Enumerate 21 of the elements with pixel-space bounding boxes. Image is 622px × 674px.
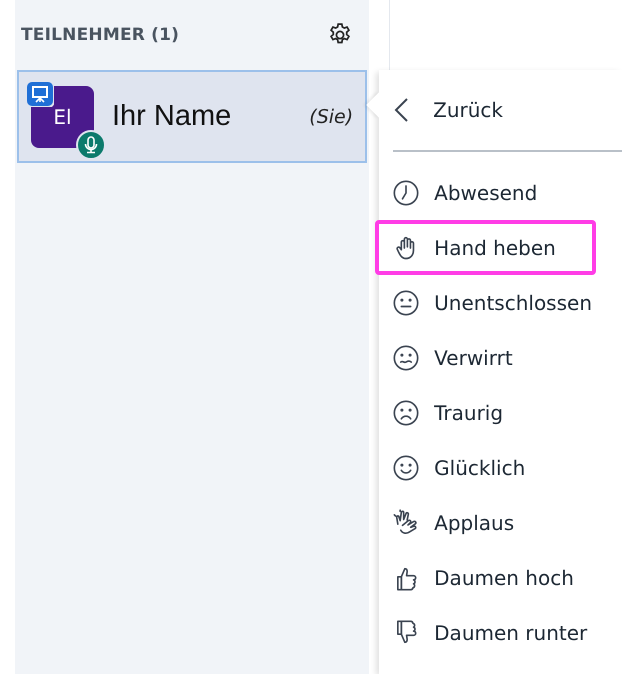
status-menu-item[interactable]: Daumen runter — [375, 605, 596, 660]
self-label: (Sie) — [309, 106, 354, 128]
participant-name: Ihr Name — [112, 100, 232, 133]
participant-row[interactable]: El Ihr Name (Sie) — [17, 70, 368, 163]
back-chevron-icon — [393, 97, 410, 123]
back-button[interactable]: Zurück — [393, 70, 622, 152]
status-menu-item[interactable]: Verwirrt — [375, 330, 596, 385]
smiley-icon — [392, 454, 420, 482]
status-menu-item[interactable]: Hand heben — [375, 220, 596, 275]
neutral-face-icon — [392, 288, 420, 316]
confused-face-icon — [392, 344, 420, 372]
status-menu-item[interactable]: Traurig — [375, 385, 596, 440]
status-menu-item[interactable]: Daumen hoch — [375, 550, 596, 605]
sad-face-icon — [392, 398, 420, 426]
status-menu-item[interactable]: Applaus — [375, 495, 596, 550]
status-menu-item[interactable]: Unentschlossen — [375, 275, 596, 330]
status-menu-item[interactable]: Glücklich — [375, 440, 596, 495]
avatar-initials: El — [53, 104, 72, 128]
status-menu-item[interactable]: Abwesend — [375, 165, 596, 220]
panel-title: TEILNEHMER (1) — [21, 25, 180, 45]
clock-icon — [392, 178, 420, 206]
